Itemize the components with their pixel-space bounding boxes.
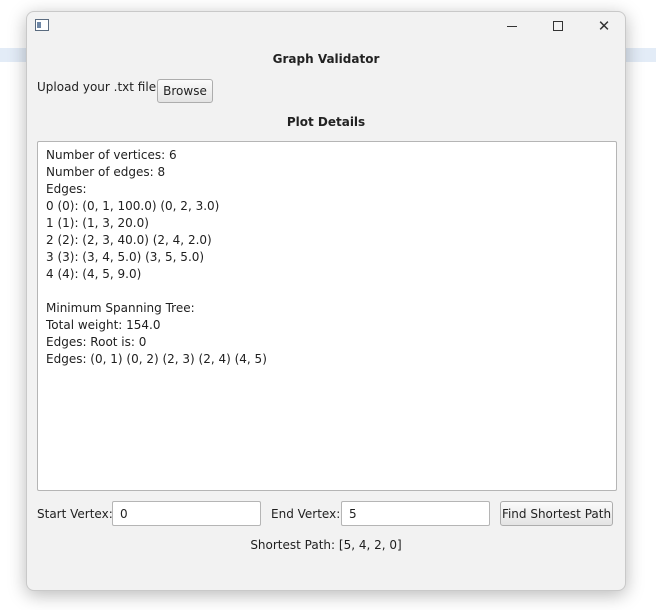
details-line: 0 (0): (0, 1, 100.0) (0, 2, 3.0) <box>46 199 220 213</box>
shortest-path-result: Shortest Path: [5, 4, 2, 0] <box>250 538 402 552</box>
details-line: 1 (1): (1, 3, 20.0) <box>46 216 149 230</box>
minimize-icon <box>507 25 517 27</box>
details-line: Minimum Spanning Tree: <box>46 301 195 315</box>
details-line: Edges: Root is: 0 <box>46 335 147 349</box>
app-window-icon <box>35 19 49 31</box>
details-line: Number of edges: 8 <box>46 165 166 179</box>
details-line: Edges: <box>46 182 87 196</box>
end-vertex-label: End Vertex: <box>271 507 341 521</box>
plot-details-textarea[interactable]: Number of vertices: 6 Number of edges: 8… <box>37 141 617 491</box>
maximize-icon <box>553 21 563 31</box>
details-line: Total weight: 154.0 <box>46 318 161 332</box>
plot-details-title: Plot Details <box>286 115 366 129</box>
app-title: Graph Validator <box>272 52 380 66</box>
app-window: ✕ Graph Validator Upload your .txt file:… <box>26 11 626 591</box>
find-shortest-path-button[interactable]: Find Shortest Path <box>500 501 613 526</box>
close-button[interactable]: ✕ <box>581 12 625 40</box>
close-icon: ✕ <box>597 16 611 35</box>
start-vertex-label: Start Vertex: <box>37 507 113 521</box>
details-line: 4 (4): (4, 5, 9.0) <box>46 267 142 281</box>
details-line: Number of vertices: 6 <box>46 148 177 162</box>
title-bar[interactable]: ✕ <box>27 12 625 40</box>
start-vertex-input[interactable] <box>112 501 261 526</box>
browse-button[interactable]: Browse <box>157 79 213 103</box>
end-vertex-input[interactable] <box>341 501 490 526</box>
maximize-button[interactable] <box>535 12 581 40</box>
details-line <box>46 283 608 300</box>
details-line: 3 (3): (3, 4, 5.0) (3, 5, 5.0) <box>46 250 205 264</box>
details-line: Edges: (0, 1) (0, 2) (2, 3) (2, 4) (4, 5… <box>46 352 267 366</box>
details-line: 2 (2): (2, 3, 40.0) (2, 4, 2.0) <box>46 233 212 247</box>
upload-label: Upload your .txt file: <box>37 80 161 94</box>
minimize-button[interactable] <box>489 12 535 40</box>
